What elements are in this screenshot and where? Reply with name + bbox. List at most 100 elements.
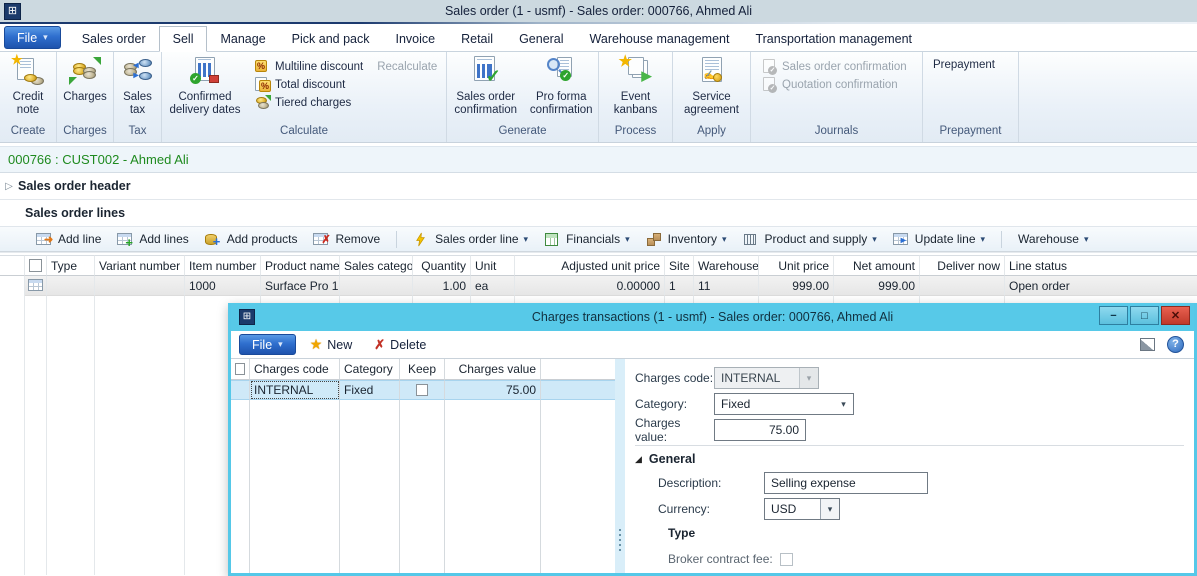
total-discount-button[interactable]: % Total discount	[254, 77, 437, 92]
journal-document-icon: ✓	[761, 59, 778, 74]
table-row[interactable]: INTERNAL Fixed 75.00	[231, 380, 615, 400]
splitter[interactable]	[615, 359, 625, 573]
group-label-journals: Journals	[751, 125, 922, 142]
category-select[interactable]: Fixed ▾	[714, 393, 854, 415]
tiered-charges-button[interactable]: Tiered charges	[254, 95, 437, 110]
add-line-icon: ➜	[36, 232, 53, 247]
tab-general[interactable]: General	[506, 27, 576, 51]
cell-charges-value[interactable]: 75.00	[445, 380, 541, 400]
add-products-button[interactable]: + Add products	[205, 232, 298, 247]
row-selector[interactable]	[231, 380, 250, 400]
group-label-generate: Generate	[447, 125, 598, 142]
dialog-maximize-button[interactable]: □	[1130, 306, 1159, 325]
table-row[interactable]: 1000 Surface Pro 1... 1.00 ea 0.00000 1 …	[0, 276, 1197, 296]
confirmed-delivery-dates-button[interactable]: ✓ Confirmed delivery dates	[162, 55, 248, 117]
credit-note-button[interactable]: ★ Credit note	[0, 55, 56, 117]
financials-menu[interactable]: Financials▾	[544, 232, 630, 247]
collapse-triangle-icon[interactable]: ◢	[635, 454, 642, 465]
col-keep[interactable]: Keep	[400, 359, 445, 380]
tab-pick-and-pack[interactable]: Pick and pack	[279, 27, 383, 51]
product-and-supply-menu[interactable]: Product and supply▾	[743, 232, 877, 247]
ribbon-group-tax: ◂ ▸ Sales tax Tax	[114, 52, 162, 142]
credit-note-icon: ★	[10, 55, 46, 89]
delete-button[interactable]: ✗ Delete	[374, 337, 426, 353]
col-unit[interactable]: Unit	[471, 255, 515, 276]
sales-order-confirmation-icon: ✓	[468, 55, 504, 89]
col-sales-category[interactable]: Sales category	[340, 255, 413, 276]
select-all-checkbox[interactable]	[25, 255, 47, 276]
col-charges-code[interactable]: Charges code	[250, 359, 340, 380]
col-variant-number[interactable]: Variant number	[95, 255, 185, 276]
col-category[interactable]: Category	[340, 359, 400, 380]
tab-sales-order[interactable]: Sales order	[69, 27, 159, 51]
sales-order-header-label: Sales order header	[18, 179, 131, 193]
sales-order-line-menu[interactable]: Sales order line▾	[413, 232, 528, 247]
dialog-minimize-button[interactable]: −	[1099, 306, 1128, 325]
cell-category[interactable]: Fixed	[340, 380, 400, 400]
charges-value-input[interactable]: 75.00	[714, 419, 806, 441]
layout-panel-icon[interactable]	[1140, 338, 1155, 351]
journal-quotation-confirmation-button: ✓ Quotation confirmation	[761, 77, 907, 92]
new-star-icon: ★	[310, 336, 323, 353]
product-and-supply-icon	[743, 232, 760, 247]
file-menu-button[interactable]: File ▾	[4, 26, 61, 49]
general-section-header[interactable]: ◢ General	[635, 452, 1194, 466]
expander-icon[interactable]: ▷	[0, 181, 18, 192]
sales-order-header-section[interactable]: ▷ Sales order header	[0, 173, 1197, 200]
tab-warehouse-management[interactable]: Warehouse management	[577, 27, 743, 51]
col-charges-value[interactable]: Charges value	[445, 359, 541, 380]
dialog-file-menu-button[interactable]: File ▾	[239, 334, 296, 355]
prepayment-button[interactable]: Prepayment	[923, 55, 995, 71]
tab-transportation-management[interactable]: Transportation management	[742, 27, 925, 51]
grid-header-row: Type Variant number Item number Product …	[0, 255, 1197, 276]
broker-contract-fee-checkbox[interactable]	[780, 553, 793, 566]
charges-code-select[interactable]: INTERNAL ▾	[714, 367, 819, 389]
col-site[interactable]: Site	[665, 255, 694, 276]
col-item-number[interactable]: Item number	[185, 255, 261, 276]
ribbon: ★ Credit note Create	[0, 52, 1197, 143]
description-input[interactable]: Selling expense	[764, 472, 928, 494]
col-warehouse[interactable]: Warehouse	[694, 255, 759, 276]
col-net-amount[interactable]: Net amount	[834, 255, 920, 276]
currency-select[interactable]: USD ▾	[764, 498, 840, 520]
col-adjusted-unit-price[interactable]: Adjusted unit price	[515, 255, 665, 276]
cell-deliver-now	[920, 276, 1005, 296]
sales-order-confirmation-button[interactable]: ✓ Sales order confirmation	[447, 55, 524, 117]
tab-manage[interactable]: Manage	[207, 27, 278, 51]
grid-margin	[0, 276, 25, 296]
col-product-name[interactable]: Product name	[261, 255, 340, 276]
multiline-discount-icon: %	[254, 59, 271, 74]
dialog-titlebar[interactable]: ⊞ Charges transactions (1 - usmf) - Sale…	[231, 303, 1194, 331]
tab-retail[interactable]: Retail	[448, 27, 506, 51]
cell-charges-code[interactable]: INTERNAL	[250, 380, 340, 400]
pro-forma-confirmation-button[interactable]: ✓ Pro forma confirmation	[524, 55, 598, 117]
remove-button[interactable]: ✗ Remove	[313, 232, 380, 247]
update-line-menu[interactable]: ▸ Update line▾	[893, 232, 985, 247]
new-button[interactable]: ★ New	[310, 336, 353, 353]
cell-site: 1	[665, 276, 694, 296]
service-agreement-button[interactable]: ✍ Service agreement	[673, 55, 750, 117]
sales-tax-button[interactable]: ◂ ▸ Sales tax	[114, 55, 161, 117]
event-kanbans-button[interactable]: ★ ▶ Event kanbans	[599, 55, 672, 117]
multiline-discount-button[interactable]: % Multiline discount	[254, 59, 363, 74]
tab-sell[interactable]: Sell	[159, 26, 208, 52]
toolbar-separator	[396, 231, 397, 248]
add-lines-button[interactable]: + Add lines	[117, 232, 188, 247]
help-icon[interactable]: ?	[1167, 336, 1184, 353]
charges-value-label: Charges value:	[635, 416, 714, 444]
add-line-button[interactable]: ➜ Add line	[36, 232, 101, 247]
col-type[interactable]: Type	[47, 255, 95, 276]
general-section-title: General	[649, 452, 696, 466]
financials-icon	[544, 232, 561, 247]
col-line-status[interactable]: Line status	[1005, 255, 1197, 276]
select-all-checkbox[interactable]	[231, 359, 250, 380]
tab-invoice[interactable]: Invoice	[382, 27, 448, 51]
col-unit-price[interactable]: Unit price	[759, 255, 834, 276]
inventory-menu[interactable]: Inventory▾	[646, 232, 727, 247]
col-quantity[interactable]: Quantity	[413, 255, 471, 276]
warehouse-menu[interactable]: Warehouse▾	[1018, 232, 1088, 246]
col-deliver-now[interactable]: Deliver now	[920, 255, 1005, 276]
charges-button[interactable]: Charges	[57, 55, 113, 104]
dialog-close-button[interactable]: ✕	[1161, 306, 1190, 325]
keep-checkbox[interactable]	[400, 380, 445, 400]
